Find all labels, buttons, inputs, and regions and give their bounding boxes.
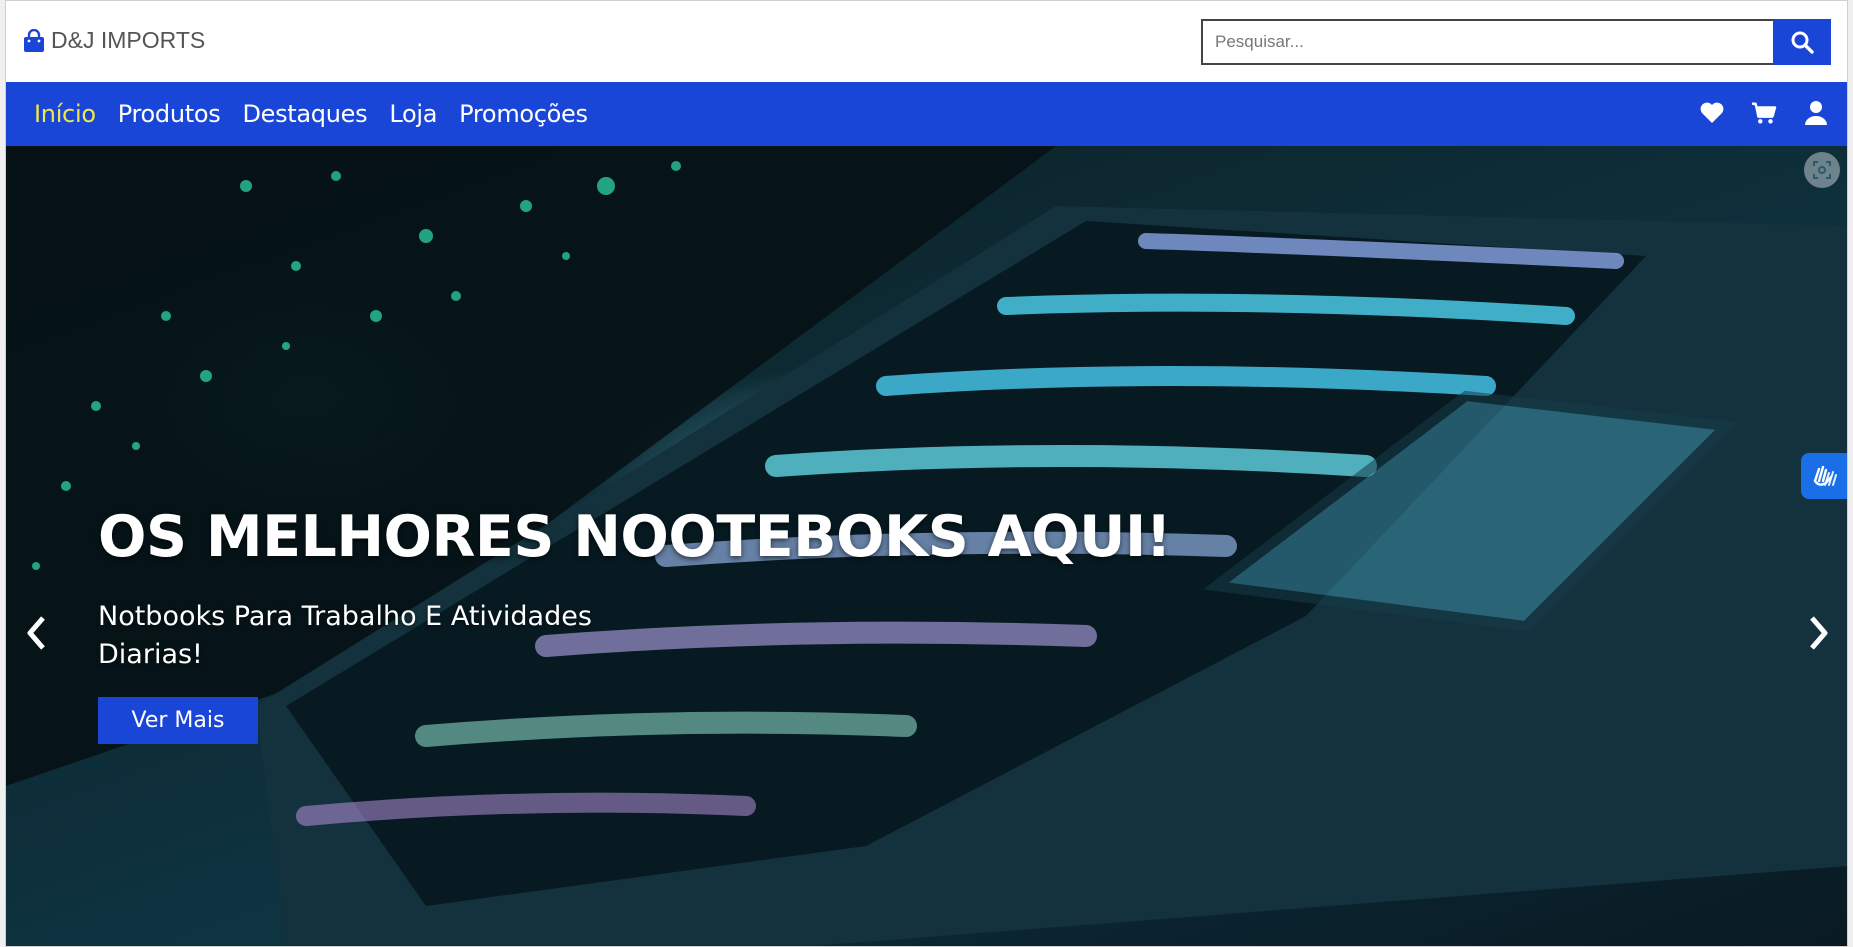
screen-capture-button[interactable] (1804, 152, 1840, 188)
search-icon (1791, 31, 1814, 54)
cart-icon (1751, 102, 1777, 124)
hero-subtitle: Notbooks Para Trabalho E Atividades Diar… (98, 601, 592, 670)
heart-icon (1700, 102, 1724, 123)
cart-button[interactable] (1751, 100, 1777, 126)
top-header: D&J IMPORTS (6, 1, 1847, 81)
account-button[interactable] (1803, 100, 1829, 126)
hero-carousel: OS MELHORES NOOTEBOKS AQUI! Notbooks Par… (6, 146, 1847, 946)
nav-link-destaques[interactable]: Destaques (242, 100, 367, 128)
browser-viewport: D&J IMPORTS Início Produtos Destaques Lo… (5, 0, 1848, 947)
carousel-next-button[interactable] (1799, 608, 1839, 658)
brand-logo[interactable]: D&J IMPORTS (23, 27, 205, 54)
main-navbar: Início Produtos Destaques Loja Promoções (6, 82, 1847, 146)
user-icon (1805, 101, 1827, 125)
nav-actions (1699, 100, 1829, 126)
shopping-bag-icon (24, 28, 44, 52)
search-bar (1201, 19, 1831, 65)
sign-language-hands-icon (1813, 465, 1837, 486)
nav-link-inicio[interactable]: Início (34, 100, 96, 128)
ver-mais-button[interactable]: Ver Mais (98, 697, 258, 744)
search-button[interactable] (1773, 19, 1831, 65)
nav-link-promocoes[interactable]: Promoções (459, 100, 588, 128)
search-input[interactable] (1201, 19, 1773, 65)
chevron-right-icon (1810, 616, 1828, 650)
nav-links: Início Produtos Destaques Loja Promoções (34, 100, 588, 128)
brand-name: D&J IMPORTS (51, 27, 206, 53)
hero-title: OS MELHORES NOOTEBOKS AQUI! (98, 504, 1172, 570)
favorites-button[interactable] (1699, 100, 1725, 126)
nav-link-produtos[interactable]: Produtos (118, 100, 221, 128)
nav-link-loja[interactable]: Loja (389, 100, 437, 128)
chevron-left-icon (27, 616, 45, 650)
carousel-prev-button[interactable] (16, 608, 56, 658)
accessibility-widget-button[interactable] (1801, 453, 1847, 499)
capture-icon (1813, 161, 1831, 179)
